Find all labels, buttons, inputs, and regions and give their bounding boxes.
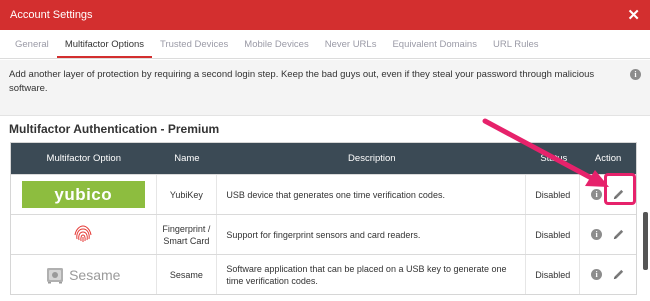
info-text: Add another layer of protection by requi…	[9, 69, 595, 94]
action-cell: i	[580, 255, 636, 294]
header-status: Status	[540, 153, 568, 164]
info-icon[interactable]: i	[591, 269, 603, 280]
info-icon[interactable]: i	[591, 189, 603, 200]
header-multifactor-option: Multifactor Option	[46, 153, 121, 164]
close-icon[interactable]: ✕	[627, 8, 640, 23]
tab-general[interactable]: General	[7, 39, 57, 58]
header-name: Name	[174, 152, 200, 164]
tab-trusted-devices[interactable]: Trusted Devices	[152, 39, 236, 58]
sesame-logo-text: Sesame	[69, 266, 121, 283]
section-title: Multifactor Authentication - Premium	[9, 122, 220, 136]
status-cell: Disabled	[526, 255, 581, 294]
description-cell: Support for fingerprint sensors and card…	[217, 215, 527, 254]
table-row: yubico YubiKey USB device that generates…	[11, 174, 636, 214]
info-icon[interactable]: i	[630, 69, 641, 80]
name-cell: YubiKey	[157, 175, 218, 214]
table-row: Fingerprint / Smart Card Support for fin…	[11, 214, 636, 254]
edit-pencil-icon[interactable]	[612, 268, 625, 281]
title-bar: Account Settings ✕	[0, 0, 650, 30]
action-cell: i	[580, 215, 636, 254]
table-header: Multifactor Option Name Description Stat…	[11, 143, 636, 174]
tab-multifactor-options[interactable]: Multifactor Options	[56, 39, 153, 58]
yubico-logo: yubico	[21, 181, 145, 208]
tab-bar: General Multifactor Options Trusted Devi…	[0, 30, 650, 59]
fingerprint-logo	[22, 221, 145, 248]
status-cell: Disabled	[526, 215, 581, 254]
option-logo-cell	[11, 215, 157, 254]
multifactor-table: Multifactor Option Name Description Stat…	[10, 142, 637, 295]
description-cell: Software application that can be placed …	[217, 255, 527, 294]
header-action: Action	[594, 153, 622, 164]
tab-url-rules[interactable]: URL Rules	[485, 39, 547, 58]
scrollbar[interactable]	[643, 212, 648, 270]
option-logo-cell: Sesame	[11, 255, 157, 294]
tab-equivalent-domains[interactable]: Equivalent Domains	[384, 39, 485, 58]
option-logo-cell: yubico	[11, 175, 157, 214]
name-cell: Fingerprint / Smart Card	[157, 215, 218, 254]
info-icon[interactable]: i	[591, 229, 603, 240]
window-title: Account Settings	[10, 9, 93, 21]
description-cell: USB device that generates one time verif…	[217, 175, 527, 214]
tab-never-urls[interactable]: Never URLs	[317, 39, 385, 58]
edit-pencil-icon[interactable]	[612, 228, 625, 241]
name-cell: Sesame	[157, 255, 218, 294]
tab-mobile-devices[interactable]: Mobile Devices	[236, 39, 316, 58]
info-panel: Add another layer of protection by requi…	[0, 60, 650, 116]
status-cell: Disabled	[526, 175, 581, 214]
fingerprint-icon	[74, 224, 92, 242]
edit-pencil-icon[interactable]	[612, 188, 625, 201]
action-cell: i	[580, 175, 636, 214]
header-description: Description	[348, 152, 396, 164]
table-row: Sesame Sesame Software application that …	[11, 254, 636, 294]
safe-icon	[47, 267, 64, 283]
sesame-logo: Sesame	[22, 261, 145, 288]
